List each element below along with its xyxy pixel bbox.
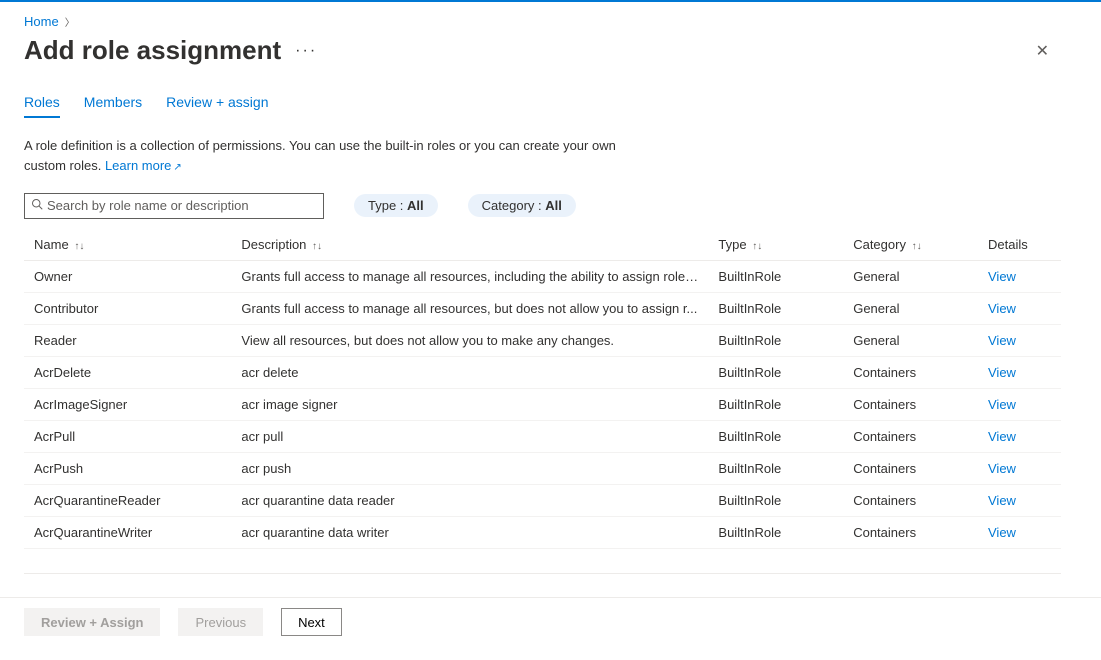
tab-roles[interactable]: Roles (24, 94, 60, 118)
next-button[interactable]: Next (281, 608, 342, 636)
cell-type: BuiltInRole (708, 420, 843, 452)
cell-name: AcrPull (24, 420, 231, 452)
cell-name: AcrQuarantineReader (24, 484, 231, 516)
cell-type: BuiltInRole (708, 452, 843, 484)
cell-category: General (843, 324, 978, 356)
sort-icon: ↑↓ (752, 241, 762, 252)
view-link[interactable]: View (988, 525, 1016, 540)
search-icon (31, 198, 43, 213)
col-header-details: Details (978, 229, 1061, 261)
description-prefix: custom roles. (24, 158, 101, 173)
cell-type: BuiltInRole (708, 484, 843, 516)
cell-name: AcrDelete (24, 356, 231, 388)
table-row[interactable]: ReaderView all resources, but does not a… (24, 324, 1061, 356)
cell-description: acr quarantine data writer (231, 516, 708, 548)
cell-category: Containers (843, 516, 978, 548)
cell-description: Grants full access to manage all resourc… (231, 260, 708, 292)
col-header-type[interactable]: Type ↑↓ (708, 229, 843, 261)
table-row[interactable]: AcrImageSigneracr image signerBuiltInRol… (24, 388, 1061, 420)
filter-category-value: All (545, 198, 562, 213)
table-row[interactable]: AcrQuarantineWriteracr quarantine data w… (24, 516, 1061, 548)
cell-name: AcrImageSigner (24, 388, 231, 420)
table-row[interactable]: AcrDeleteacr deleteBuiltInRoleContainers… (24, 356, 1061, 388)
table-row[interactable]: AcrPullacr pullBuiltInRoleContainers View (24, 420, 1061, 452)
cell-description: acr push (231, 452, 708, 484)
cell-category: Containers (843, 452, 978, 484)
cell-name: Owner (24, 260, 231, 292)
roles-table: Name ↑↓ Description ↑↓ Type ↑↓ Category … (24, 229, 1061, 549)
learn-more-link[interactable]: Learn more (105, 158, 182, 173)
tabs: Roles Members Review + assign (24, 94, 1061, 118)
sort-icon: ↑↓ (74, 241, 84, 252)
cell-category: Containers (843, 356, 978, 388)
search-input[interactable] (47, 198, 317, 213)
page-title: Add role assignment (24, 35, 281, 66)
sort-icon: ↑↓ (312, 241, 322, 252)
description-text-2: custom roles. Learn more (24, 158, 1061, 173)
cell-description: acr delete (231, 356, 708, 388)
cell-name: Reader (24, 324, 231, 356)
filter-category-pill[interactable]: Category : All (468, 194, 576, 217)
cell-description: acr pull (231, 420, 708, 452)
more-actions-button[interactable]: ··· (295, 42, 317, 60)
cell-description: acr image signer (231, 388, 708, 420)
cell-category: Containers (843, 420, 978, 452)
cell-type: BuiltInRole (708, 516, 843, 548)
view-link[interactable]: View (988, 301, 1016, 316)
table-row[interactable]: AcrPushacr pushBuiltInRoleContainers View (24, 452, 1061, 484)
filter-type-label: Type : (368, 198, 407, 213)
breadcrumb-home-link[interactable]: Home (24, 14, 59, 29)
filter-type-value: All (407, 198, 424, 213)
view-link[interactable]: View (988, 461, 1016, 476)
cell-category: General (843, 260, 978, 292)
filter-type-pill[interactable]: Type : All (354, 194, 438, 217)
cell-type: BuiltInRole (708, 356, 843, 388)
sort-icon: ↑↓ (912, 241, 922, 252)
cell-name: AcrQuarantineWriter (24, 516, 231, 548)
view-link[interactable]: View (988, 429, 1016, 444)
view-link[interactable]: View (988, 397, 1016, 412)
previous-button: Previous (178, 608, 263, 636)
cell-type: BuiltInRole (708, 292, 843, 324)
cell-description: acr quarantine data reader (231, 484, 708, 516)
cell-category: Containers (843, 388, 978, 420)
cell-type: BuiltInRole (708, 260, 843, 292)
cell-name: AcrPush (24, 452, 231, 484)
cell-name: Contributor (24, 292, 231, 324)
cell-description: View all resources, but does not allow y… (231, 324, 708, 356)
view-link[interactable]: View (988, 333, 1016, 348)
cell-description: Grants full access to manage all resourc… (231, 292, 708, 324)
cell-category: Containers (843, 484, 978, 516)
col-header-description[interactable]: Description ↑↓ (231, 229, 708, 261)
cell-type: BuiltInRole (708, 324, 843, 356)
description-text: A role definition is a collection of per… (24, 136, 644, 156)
table-row[interactable]: ContributorGrants full access to manage … (24, 292, 1061, 324)
chevron-right-icon: 〉 (65, 14, 75, 29)
tab-members[interactable]: Members (84, 94, 142, 118)
filter-category-label: Category : (482, 198, 546, 213)
footer-bar: Review + Assign Previous Next (0, 597, 1101, 646)
table-row[interactable]: AcrQuarantineReaderacr quarantine data r… (24, 484, 1061, 516)
col-header-category[interactable]: Category ↑↓ (843, 229, 978, 261)
col-header-name[interactable]: Name ↑↓ (24, 229, 231, 261)
view-link[interactable]: View (988, 493, 1016, 508)
search-box[interactable] (24, 193, 324, 219)
cell-type: BuiltInRole (708, 388, 843, 420)
review-assign-button: Review + Assign (24, 608, 160, 636)
breadcrumb: Home 〉 (24, 14, 1061, 29)
view-link[interactable]: View (988, 269, 1016, 284)
close-icon[interactable]: ✕ (1032, 37, 1053, 65)
cell-category: General (843, 292, 978, 324)
tab-review-assign[interactable]: Review + assign (166, 94, 268, 118)
table-row[interactable]: OwnerGrants full access to manage all re… (24, 260, 1061, 292)
view-link[interactable]: View (988, 365, 1016, 380)
